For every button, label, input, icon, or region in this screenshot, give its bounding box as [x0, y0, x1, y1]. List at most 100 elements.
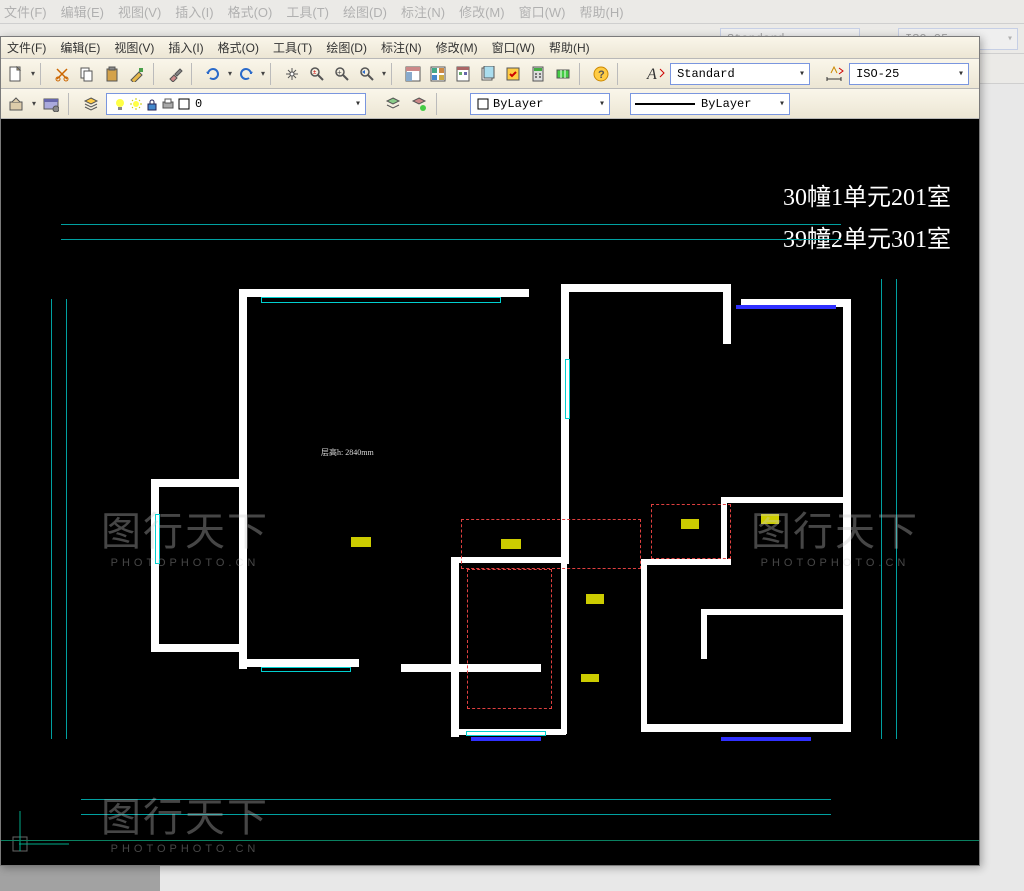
wall	[239, 289, 529, 297]
menu-dimension[interactable]: 标注(N)	[381, 39, 422, 56]
fixture	[501, 539, 521, 549]
layer-toolbar: ▾ 0 ByLayer ByLayer	[1, 89, 979, 119]
menu-edit[interactable]: 编辑(E)	[60, 39, 100, 56]
menu-tools[interactable]: 工具(T)	[273, 39, 312, 56]
layer-prev-icon[interactable]	[5, 93, 27, 115]
calc-icon[interactable]	[527, 63, 549, 85]
menu-file[interactable]: 文件(F)	[7, 39, 46, 56]
dim-line-bot	[81, 799, 831, 800]
match-prop-icon[interactable]	[126, 63, 148, 85]
fixture	[586, 594, 604, 604]
drawing-canvas[interactable]: 30幢1单元201室 39幢2单元301室	[1, 119, 979, 865]
menu-format[interactable]: 格式(O)	[218, 39, 259, 56]
wall	[721, 497, 846, 503]
paste-icon[interactable]	[101, 63, 123, 85]
dim-line-left	[51, 299, 52, 739]
pan-icon[interactable]	[281, 63, 303, 85]
beam	[471, 737, 541, 741]
watermark: 图行天下PHOTOPHOTO.CN	[751, 499, 919, 569]
standard-toolbar: ▾ ▾ ▾ ± + ▾ ? A Standard ISO-25	[1, 59, 979, 89]
layer-name: 0	[195, 97, 202, 111]
menu-insert[interactable]: 插入(I)	[168, 39, 203, 56]
menubar: 文件(F) 编辑(E) 视图(V) 插入(I) 格式(O) 工具(T) 绘图(D…	[1, 37, 979, 59]
block-editor-icon[interactable]	[552, 63, 574, 85]
menu-help[interactable]: 帮助(H)	[549, 39, 590, 56]
dim-line-bot-2	[81, 814, 831, 815]
beam	[736, 305, 836, 309]
fixture	[581, 674, 599, 682]
axis-line-h	[1, 840, 979, 841]
layer-states-icon[interactable]	[382, 93, 404, 115]
dim-line-top-2	[61, 239, 841, 240]
color-swatch	[177, 97, 191, 111]
redo-dropdown[interactable]: ▾	[261, 69, 265, 78]
wall	[239, 659, 359, 667]
wall	[451, 557, 459, 737]
zoom-window-icon[interactable]: +	[331, 63, 353, 85]
new-icon[interactable]	[5, 63, 27, 85]
redo-icon[interactable]	[235, 63, 257, 85]
wall	[561, 559, 567, 734]
brush-icon[interactable]	[164, 63, 186, 85]
new-dropdown[interactable]: ▾	[31, 69, 35, 78]
design-center-icon[interactable]	[427, 63, 449, 85]
wall	[641, 724, 851, 732]
room-height-note: 层高h: 2840mm	[321, 447, 374, 458]
menu-window[interactable]: 窗口(W)	[492, 39, 535, 56]
copy-icon[interactable]	[76, 63, 98, 85]
layer-props-icon[interactable]	[40, 93, 62, 115]
dim-line-left-2	[66, 299, 67, 739]
cut-icon[interactable]	[51, 63, 73, 85]
layer-manager-icon[interactable]	[80, 93, 102, 115]
wall	[151, 479, 246, 487]
window	[565, 359, 570, 419]
wall	[641, 559, 731, 565]
properties-icon[interactable]	[402, 63, 424, 85]
menu-view[interactable]: 视图(V)	[114, 39, 154, 56]
help-icon[interactable]: ?	[590, 63, 612, 85]
fixture	[761, 514, 779, 524]
hidden-line	[467, 569, 552, 709]
layer-prev-dropdown[interactable]: ▾	[32, 99, 36, 108]
wall	[701, 609, 846, 615]
plot-icon	[161, 97, 175, 111]
wall	[641, 561, 647, 731]
svg-text:?: ?	[598, 69, 605, 81]
dim-style-icon[interactable]	[824, 63, 846, 85]
cad-window: 文件(F) 编辑(E) 视图(V) 插入(I) 格式(O) 工具(T) 绘图(D…	[0, 36, 980, 866]
bulb-icon	[113, 97, 127, 111]
dim-line-top	[61, 224, 841, 225]
window	[261, 667, 351, 672]
hidden-line	[651, 504, 731, 559]
window	[466, 731, 546, 736]
zoom-realtime-icon[interactable]: ±	[306, 63, 328, 85]
fixture	[351, 537, 371, 547]
dim-style-combo[interactable]: ISO-25	[849, 63, 969, 85]
wall	[701, 609, 707, 659]
sheet-set-icon[interactable]	[477, 63, 499, 85]
sun-icon	[129, 97, 143, 111]
layer-iso-icon[interactable]	[408, 93, 430, 115]
window	[261, 297, 501, 303]
linetype-combo[interactable]: ByLayer	[630, 93, 790, 115]
zoom-prev-icon[interactable]	[356, 63, 378, 85]
menu-draw[interactable]: 绘图(D)	[326, 39, 367, 56]
ghost-menubar: 文件(F)编辑(E)视图(V)插入(I)格式(O)工具(T)绘图(D)标注(N)…	[0, 0, 1024, 24]
zoom-dropdown[interactable]: ▾	[382, 69, 386, 78]
menu-modify[interactable]: 修改(M)	[436, 39, 478, 56]
layer-combo[interactable]: 0	[106, 93, 366, 115]
svg-text:+: +	[337, 68, 342, 77]
hidden-line	[461, 519, 641, 569]
fixture	[681, 519, 699, 529]
undo-icon[interactable]	[202, 63, 224, 85]
beam	[721, 737, 811, 741]
wall	[151, 644, 246, 652]
text-style-combo[interactable]: Standard	[670, 63, 810, 85]
tool-palette-icon[interactable]	[452, 63, 474, 85]
color-combo[interactable]: ByLayer	[470, 93, 610, 115]
markup-icon[interactable]	[502, 63, 524, 85]
undo-dropdown[interactable]: ▾	[228, 69, 232, 78]
ucs-icon	[9, 807, 69, 857]
text-style-icon[interactable]: A	[645, 63, 667, 85]
svg-text:A: A	[646, 66, 657, 83]
